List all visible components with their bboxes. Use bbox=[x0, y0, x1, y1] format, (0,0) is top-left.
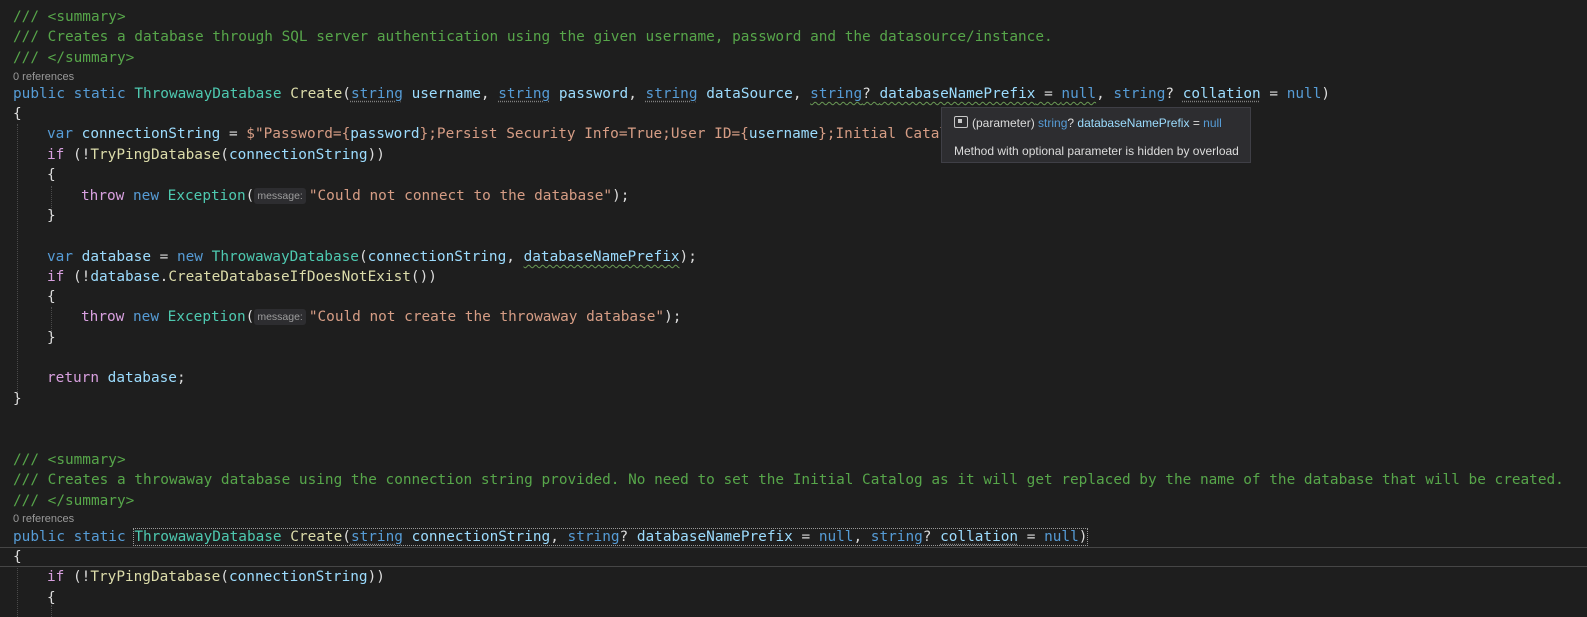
code-line: if (!TryPingDatabase(connectionString)) bbox=[47, 569, 385, 585]
doc-comment: /// </summary> bbox=[13, 50, 135, 66]
code-editor[interactable]: /// <summary> /// Creates a database thr… bbox=[0, 0, 1587, 617]
doc-comment: /// Creates a throwaway database using t… bbox=[13, 472, 1564, 488]
indent-guide bbox=[17, 566, 18, 617]
indent-guide bbox=[17, 124, 18, 394]
doc-comment: /// <summary> bbox=[13, 452, 126, 468]
code-line: if (!database.CreateDatabaseIfDoesNotExi… bbox=[47, 269, 437, 285]
inline-parameter-hint: message: bbox=[254, 188, 306, 204]
code-line: throw new Exception(message: "Could not c… bbox=[81, 188, 630, 204]
current-line-highlight bbox=[0, 547, 1587, 567]
code-line: return database; bbox=[47, 370, 186, 386]
doc-comment: /// Creates a database through SQL serve… bbox=[13, 27, 1053, 47]
method-signature: public static ThrowawayDatabase Create(s… bbox=[13, 528, 1089, 546]
parameter-icon bbox=[954, 116, 968, 128]
codelens-references[interactable]: 0 references bbox=[13, 512, 74, 526]
code-line: throw new Exception(message: "Could not c… bbox=[81, 309, 682, 325]
codelens-references[interactable]: 0 references bbox=[13, 70, 74, 84]
doc-comment: /// </summary> bbox=[13, 493, 135, 509]
doc-comment: /// <summary> bbox=[13, 9, 126, 25]
doc-comment-text: /// Creates a database through SQL serve… bbox=[13, 29, 1053, 45]
code-line: var connectionString = $"Password={passw… bbox=[47, 126, 957, 142]
quickinfo-tooltip: (parameter) string? databaseNamePrefix =… bbox=[941, 107, 1251, 163]
param-databaseNamePrefix[interactable]: databaseNamePrefix bbox=[879, 86, 1035, 102]
code-line: if (!TryPingDatabase(connectionString)) bbox=[47, 147, 385, 163]
tooltip-message: Method with optional parameter is hidden… bbox=[954, 144, 1239, 158]
tooltip-signature: (parameter) string? databaseNamePrefix =… bbox=[954, 116, 1222, 130]
inline-parameter-hint: message: bbox=[254, 309, 306, 325]
method-signature: public static ThrowawayDatabase Create(s… bbox=[13, 86, 1331, 102]
code-line: var database = new ThrowawayDatabase(con… bbox=[47, 249, 697, 265]
